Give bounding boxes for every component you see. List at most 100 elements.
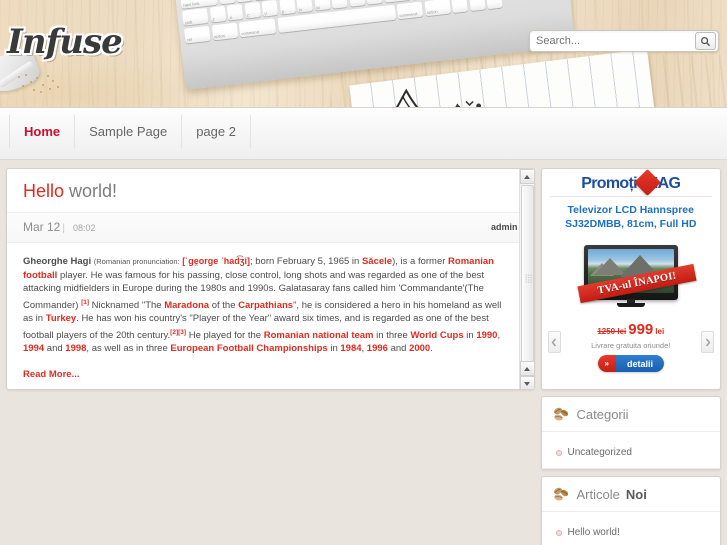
keyboard-key (235, 0, 253, 2)
shipping-note: Livrare gratuita oriunde! (591, 341, 671, 350)
details-button-label: detalii (615, 355, 664, 372)
keyboard-key: shift (181, 7, 209, 26)
price-currency: lei (655, 327, 665, 336)
search-button[interactable] (695, 32, 716, 50)
logo-promotii-text: Promoți (581, 175, 637, 192)
coffee-beans-icon (552, 486, 571, 503)
crumb-dot (36, 77, 38, 79)
crumb-dot (18, 76, 20, 78)
text-seg10: in (463, 329, 477, 341)
keyboard-key (468, 0, 486, 11)
text-seg13: , as well as in three (86, 343, 171, 355)
keyboard-key (485, 0, 503, 9)
link-turkey[interactable]: Turkey (46, 313, 76, 324)
text-seg2: ), is a former (392, 256, 449, 267)
list-item-label: Hello world! (567, 527, 620, 538)
widget-title-bold: Noi (625, 487, 647, 502)
details-button-wrap: » detalii (546, 350, 716, 372)
year-1998[interactable]: 1998 (65, 343, 86, 354)
post-meta-left: Mar 12 | 08:02 (23, 218, 96, 236)
carousel-prev-button[interactable] (547, 331, 561, 353)
triangle-down-icon (524, 381, 531, 386)
year-1990[interactable]: 1990 (476, 330, 497, 341)
reference-2-3[interactable]: [2][3] (170, 329, 186, 336)
scroll-up-button-bottom[interactable] (519, 361, 534, 376)
details-button[interactable]: » detalii (597, 355, 664, 372)
link-world-cups[interactable]: World Cups (410, 330, 463, 341)
tv-stand (616, 303, 645, 307)
chevron-right-icon (705, 338, 710, 346)
search-icon (701, 36, 711, 46)
scroll-up-button[interactable] (519, 169, 534, 184)
year-1994[interactable]: 1994 (23, 343, 44, 354)
link-carpathians[interactable]: Carpathians (238, 300, 293, 311)
link-romanian-national-team[interactable]: Romanian national team (264, 330, 374, 341)
year-1996[interactable]: 1996 (367, 343, 388, 354)
read-more-link[interactable]: Read More... (23, 368, 80, 382)
keyboard-key: ctrl (183, 25, 211, 44)
text-seg1: ; born February 5, 1965 in (250, 256, 362, 267)
keyboard-key: N (296, 0, 313, 13)
site-header: ASDFGHJKLcaps lockshiftZXCVBNMctrloption… (0, 0, 727, 107)
year-2000[interactable]: 2000 (409, 343, 430, 354)
primary-navigation-bar: Home Sample Page page 2 (0, 107, 727, 160)
crumb-dot (49, 88, 51, 90)
sidebar-widget: Articole Noi Hello world! (540, 476, 721, 545)
keyboard-key (330, 0, 348, 9)
site-logo[interactable]: Infuse (7, 22, 123, 62)
old-price: 1250 lei (597, 327, 627, 336)
text-seg11: , (497, 329, 501, 341)
crumbs-decoration (16, 72, 62, 94)
nav-item-page-2[interactable]: page 2 (182, 115, 251, 148)
search-box[interactable] (529, 30, 719, 52)
keyboard-key: X (226, 3, 244, 21)
crumb-dot (22, 85, 24, 87)
list-item[interactable]: Uncategorized (541, 438, 720, 469)
crumb-dot (30, 81, 32, 83)
page-body: Hello world! Mar 12 | 08:02 admin Gheorghe… (0, 160, 727, 545)
crumb-dot (57, 86, 59, 88)
nav-item-sample-page[interactable]: Sample Page (75, 115, 183, 148)
list-item[interactable]: Hello world! (542, 518, 720, 545)
ipa-transcription: [ˈɡe̯orɡe ˈhad͡ʒi] (182, 256, 250, 266)
sidebar-widget: Categorii Uncategorized (540, 396, 721, 470)
bullet-icon (555, 529, 562, 536)
post-content: Gheorghe Hagi (Romanian pronunciation: [… (7, 243, 534, 389)
crumb-dot (25, 74, 27, 76)
keyboard-key: V (261, 0, 279, 17)
scrollbar-thumb[interactable] (520, 185, 534, 368)
nav-item-home[interactable]: Home (9, 115, 76, 148)
post-time: 08:02 (72, 223, 96, 233)
post-title[interactable]: Hello world! (7, 169, 534, 212)
ad-image-area: TVA-ul ÎNAPOI! (546, 239, 716, 353)
text-seg8: He played for the (186, 329, 264, 341)
keyboard-key: option (211, 22, 238, 40)
pronunciation-label: (Romanian pronunciation: (93, 257, 180, 266)
search-input[interactable] (530, 35, 695, 47)
sidebar-widgets: Categorii Uncategorized Articole Noi Hello … (540, 396, 721, 545)
nav-item-label: Sample Page (89, 124, 168, 139)
post-author[interactable]: admin (491, 222, 518, 232)
ad-product-title[interactable]: Televizor LCD Hannspree SJ32DMBB, 81cm, … (546, 203, 716, 237)
scrollbar-grip (524, 274, 532, 283)
widget-title-text: Articole (576, 487, 620, 502)
link-birthplace[interactable]: Săcele (362, 256, 392, 267)
carousel-next-button[interactable] (701, 331, 714, 353)
nav-menu: Home Sample Page page 2 (0, 115, 727, 155)
content-scrollbar[interactable] (518, 169, 534, 389)
crumb-dot (40, 91, 42, 93)
link-european-championships[interactable]: European Football Championships (170, 343, 327, 354)
text-seg9: in three (373, 329, 411, 341)
chevron-left-icon (551, 338, 557, 346)
reference-1[interactable]: [1] (81, 299, 89, 306)
triangle-up-icon (524, 366, 531, 371)
year-1984[interactable]: 1984 (340, 343, 361, 354)
bullet-icon (555, 449, 562, 456)
product-image-tv[interactable]: TVA-ul ÎNAPOI! (577, 245, 697, 307)
link-maradona[interactable]: Maradona (164, 300, 209, 311)
new-price: 999 (628, 321, 654, 338)
widget-title-text: Categorii (576, 407, 629, 422)
scroll-down-button[interactable] (519, 376, 534, 389)
crumb-dot (47, 75, 49, 77)
emag-logo[interactable]: PromoțieMAG (549, 169, 712, 197)
